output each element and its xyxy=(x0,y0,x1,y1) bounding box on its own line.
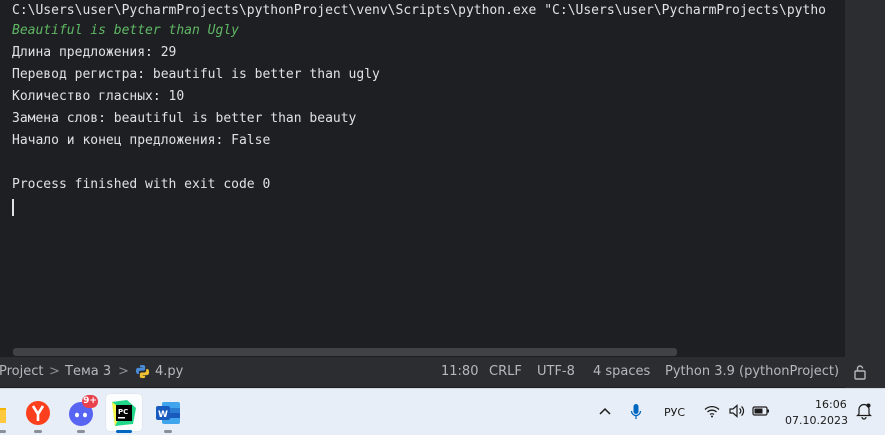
indent-setting[interactable]: 4 spaces xyxy=(593,357,650,387)
app-running-indicator xyxy=(77,430,85,433)
run-console[interactable]: C:\Users\user\PycharmProjects\pythonProj… xyxy=(0,0,845,348)
python-file-icon xyxy=(135,364,150,379)
vertical-scrollbar[interactable] xyxy=(845,0,885,388)
folder-app-icon[interactable] xyxy=(0,399,8,427)
breadcrumb-folder[interactable]: Тема 3 xyxy=(65,357,111,387)
breadcrumb-file[interactable]: 4.py xyxy=(155,357,183,387)
wifi-icon[interactable] xyxy=(704,405,720,418)
console-output-line: Количество гласных: 10 xyxy=(12,89,185,104)
svg-text:PC: PC xyxy=(118,408,128,416)
app-active-indicator xyxy=(116,430,132,433)
console-output-line: Длина предложения: 29 xyxy=(12,45,177,60)
lock-icon[interactable] xyxy=(853,364,867,380)
python-interpreter[interactable]: Python 3.9 (pythonProject) xyxy=(665,357,839,387)
clock-time[interactable]: 16:06 xyxy=(815,398,847,412)
caret-position[interactable]: 11:80 xyxy=(441,357,478,387)
console-output-line: Перевод регистра: beautiful is better th… xyxy=(12,67,380,82)
breadcrumb-project[interactable]: Project xyxy=(0,357,43,387)
pycharm-icon[interactable]: PC xyxy=(107,396,141,430)
breadcrumb-separator: > xyxy=(49,364,60,379)
microphone-icon[interactable] xyxy=(630,403,642,421)
console-exit-line: Process finished with exit code 0 xyxy=(12,177,271,192)
file-encoding[interactable]: UTF-8 xyxy=(537,357,575,387)
input-language[interactable]: РУС xyxy=(664,406,685,420)
battery-icon[interactable] xyxy=(752,404,770,418)
horizontal-scrollbar[interactable] xyxy=(13,348,677,356)
console-output-line: Начало и конец предложения: False xyxy=(12,133,271,148)
chevron-up-icon[interactable] xyxy=(598,406,612,416)
notification-badge: 9+ xyxy=(82,395,98,408)
app-running-indicator xyxy=(0,430,6,433)
breadcrumb-separator: > xyxy=(118,364,129,379)
status-bar: Project > Тема 3 > 4.py 11:80 CRLF UTF-8… xyxy=(0,357,885,387)
app-running-indicator xyxy=(164,430,172,433)
windows-taskbar: 9+ PC W РУС 16:06 07.10.2023 xyxy=(0,388,885,435)
console-command-line: C:\Users\user\PycharmProjects\pythonProj… xyxy=(12,3,826,18)
console-output-line: Beautiful is better than Ugly xyxy=(12,23,239,38)
volume-icon[interactable] xyxy=(729,404,745,418)
clock-date[interactable]: 07.10.2023 xyxy=(785,414,848,428)
text-caret xyxy=(12,199,14,216)
yandex-browser-icon[interactable] xyxy=(21,396,55,430)
word-icon[interactable]: W xyxy=(151,396,185,430)
svg-text:W: W xyxy=(158,410,168,420)
line-separator[interactable]: CRLF xyxy=(489,357,522,387)
console-output-line: Замена слов: beautiful is better than be… xyxy=(12,111,357,126)
notification-bell-icon[interactable] xyxy=(856,402,872,420)
pycharm-window: C:\Users\user\PycharmProjects\pythonProj… xyxy=(0,0,885,435)
app-running-indicator xyxy=(34,430,42,433)
